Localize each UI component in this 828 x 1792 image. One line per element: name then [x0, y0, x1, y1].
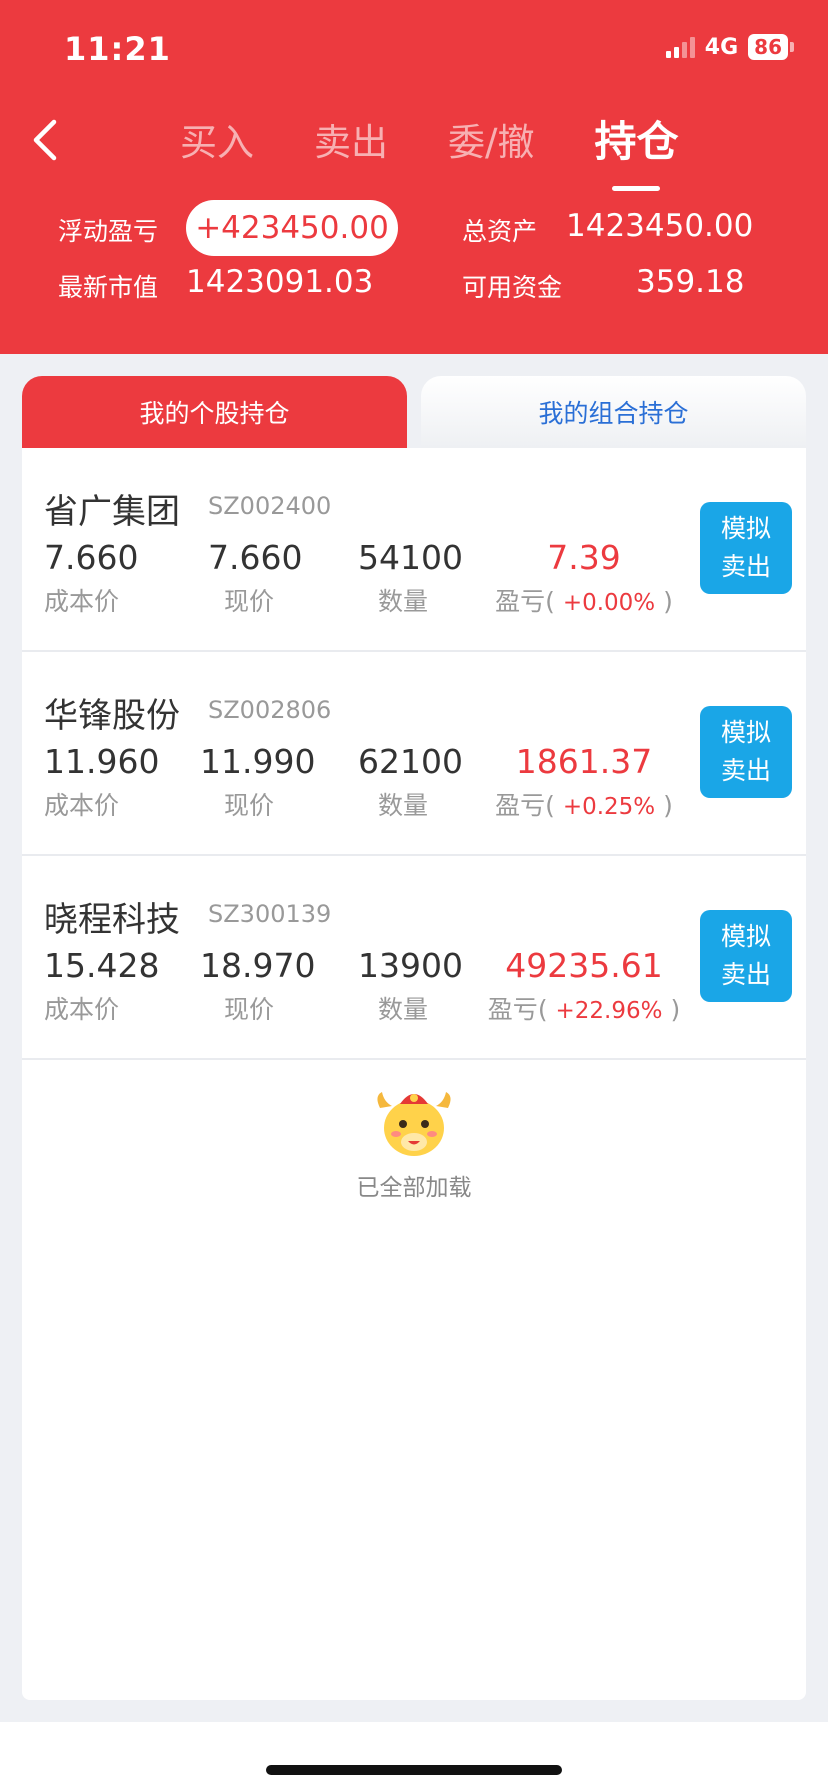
total-assets-label: 总资产 — [462, 217, 538, 246]
battery-level: 86 — [748, 34, 788, 60]
pnl-percent: +22.96% — [555, 998, 663, 1024]
cost-price-label: 成本价 — [44, 995, 120, 1024]
quantity: 62100 — [358, 742, 463, 781]
stock-name: 华锋股份 — [44, 696, 180, 736]
cost-price: 15.428 — [44, 946, 160, 985]
bottom-area — [0, 1722, 828, 1792]
pnl-value: 1861.37 — [515, 742, 653, 781]
quantity-label: 数量 — [378, 995, 429, 1024]
stock-name: 省广集团 — [44, 492, 180, 532]
pnl-percent: +0.00% — [562, 590, 656, 616]
simulate-sell-button[interactable]: 模拟 卖出 — [700, 502, 792, 594]
pnl-label: 盈亏( +0.00% ) — [495, 587, 673, 616]
stock-name: 晓程科技 — [44, 900, 180, 940]
current-price-label: 现价 — [224, 995, 275, 1024]
market-value-value: 1423091.03 — [186, 264, 374, 300]
holding-row: 省广集团 SZ002400 7.660 成本价 7.660 现价 54100 数… — [22, 448, 806, 652]
pnl-label: 盈亏( +22.96% ) — [487, 995, 681, 1024]
home-indicator[interactable] — [266, 1765, 562, 1775]
holding-row: 华锋股份 SZ002806 11.960 成本价 11.990 现价 62100… — [22, 652, 806, 856]
cost-price-label: 成本价 — [44, 791, 120, 820]
pnl-value: 49235.61 — [505, 946, 663, 985]
holding-row: 晓程科技 SZ300139 15.428 成本价 18.970 现价 13900… — [22, 856, 806, 1060]
status-time: 11:21 — [64, 30, 171, 68]
available-funds-value: 359.18 — [636, 264, 745, 300]
current-price-label: 现价 — [224, 587, 275, 616]
quantity-label: 数量 — [378, 791, 429, 820]
current-price: 11.990 — [200, 742, 316, 781]
all-loaded-text: 已全部加载 — [356, 1175, 472, 1201]
network-type: 4G — [704, 34, 739, 60]
pnl-percent: +0.25% — [562, 794, 656, 820]
tab-sell[interactable]: 卖出 — [314, 112, 388, 169]
quantity: 54100 — [358, 538, 463, 577]
pnl-label: 盈亏( +0.25% ) — [495, 791, 673, 820]
quantity-label: 数量 — [378, 587, 429, 616]
current-price-label: 现价 — [224, 791, 275, 820]
header: 11:21 4G 86 买入 卖出 委/撤 持仓 浮动盈亏 +423450.00… — [0, 0, 828, 354]
ox-mascot-icon — [377, 1092, 451, 1156]
back-arrow-icon[interactable] — [28, 118, 64, 162]
stock-code: SZ002400 — [208, 492, 332, 520]
list-end: 已全部加载 — [22, 1078, 806, 1202]
tab-buy[interactable]: 买入 — [180, 112, 254, 169]
simulate-sell-button[interactable]: 模拟 卖出 — [700, 910, 792, 1002]
simulate-sell-button[interactable]: 模拟 卖出 — [700, 706, 792, 798]
current-price: 7.660 — [208, 538, 303, 577]
battery-icon: 86 — [748, 34, 794, 60]
cost-price: 11.960 — [44, 742, 160, 781]
trade-tabs: 买入 卖出 委/撤 持仓 — [180, 112, 738, 169]
stock-code: SZ002806 — [208, 696, 332, 724]
cost-price-label: 成本价 — [44, 587, 120, 616]
tab-orders[interactable]: 委/撤 — [448, 112, 534, 169]
current-price: 18.970 — [200, 946, 316, 985]
status-indicators: 4G 86 — [665, 34, 794, 60]
cost-price: 7.660 — [44, 538, 139, 577]
tab-my-portfolio-positions[interactable]: 我的组合持仓 — [421, 376, 806, 448]
market-value-label: 最新市值 — [58, 273, 159, 302]
floating-pnl-value: +423450.00 — [186, 200, 398, 256]
total-assets-value: 1423450.00 — [566, 208, 754, 244]
available-funds-label: 可用资金 — [462, 273, 563, 302]
tab-my-stock-positions[interactable]: 我的个股持仓 — [22, 376, 407, 448]
stock-code: SZ300139 — [208, 900, 332, 928]
holdings-list: 省广集团 SZ002400 7.660 成本价 7.660 现价 54100 数… — [22, 448, 806, 1700]
pnl-value: 7.39 — [547, 538, 621, 577]
floating-pnl-label: 浮动盈亏 — [58, 217, 159, 246]
quantity: 13900 — [358, 946, 463, 985]
signal-icon — [665, 36, 695, 58]
tab-positions[interactable]: 持仓 — [594, 108, 678, 169]
